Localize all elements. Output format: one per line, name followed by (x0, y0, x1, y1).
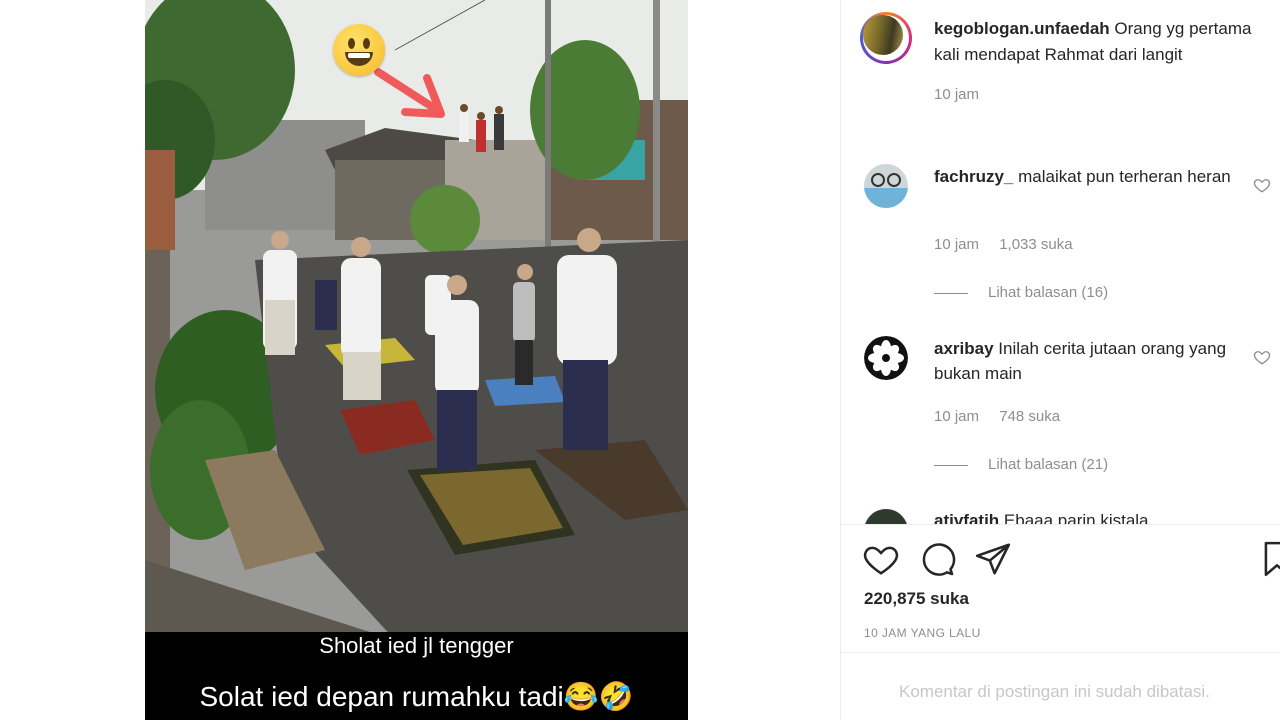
posted-time[interactable]: 10 JAM YANG LALU (864, 626, 981, 640)
comment-text: Ebaaa parin kistala (1003, 511, 1149, 525)
comment-username[interactable]: fachruzy_ (934, 167, 1013, 186)
likes-count[interactable]: 220,875 suka (864, 589, 969, 609)
comment-heart-icon[interactable] (1253, 348, 1271, 366)
author-username[interactable]: kegoblogan.unfaedah (934, 19, 1110, 38)
paper-plane-icon[interactable] (974, 540, 1012, 578)
panel-divider (840, 0, 841, 720)
comment-likes[interactable]: 1,033 suka (999, 236, 1072, 253)
comment-text: malaikat pun terheran heran (1018, 167, 1231, 186)
view-replies-label: Lihat balasan (21) (988, 456, 1109, 473)
street-prayer-scene (145, 0, 688, 640)
view-replies-label: Lihat balasan (16) (988, 284, 1109, 301)
comment-likes[interactable]: 748 suka (999, 408, 1060, 425)
commenter-avatar[interactable] (864, 509, 908, 525)
comment-heart-icon[interactable] (1253, 176, 1271, 194)
photo-caption-line-2: Solat ied depan rumahku tadi😂🤣 (199, 681, 634, 712)
grinning-emoji-icon (333, 24, 385, 76)
commenter-avatar[interactable] (864, 336, 908, 380)
bookmark-icon[interactable] (1258, 540, 1280, 578)
photo-caption-line-1: Sholat ied jl tengger (319, 633, 514, 658)
post-actions-bar (862, 540, 1280, 580)
comment-username[interactable]: axribay (934, 339, 994, 358)
footer-divider (840, 652, 1280, 653)
heart-icon[interactable] (862, 540, 900, 578)
partial-comment: ativfatih Ebaaa parin kistala (864, 505, 1280, 525)
caption-time[interactable]: 10 jam (934, 82, 1254, 108)
commenter-avatar[interactable] (864, 164, 908, 208)
post-photo[interactable]: Sholat ied jl tengger Solat ied depan ru… (145, 0, 688, 720)
comment-time[interactable]: 10 jam (934, 236, 979, 253)
actions-divider (840, 524, 1280, 525)
author-avatar[interactable] (860, 12, 912, 64)
post-caption: kegoblogan.unfaedah Orang yg pertama kal… (934, 16, 1254, 108)
comments-disabled-notice: Komentar di postingan ini sudah dibatasi… (899, 682, 1210, 701)
comment-bubble-icon[interactable] (918, 540, 956, 578)
comment-username[interactable]: ativfatih (934, 511, 999, 525)
view-replies-button[interactable]: Lihat balasan (16) (934, 284, 1108, 301)
view-replies-button[interactable]: Lihat balasan (21) (934, 456, 1108, 473)
comment-time[interactable]: 10 jam (934, 408, 979, 425)
